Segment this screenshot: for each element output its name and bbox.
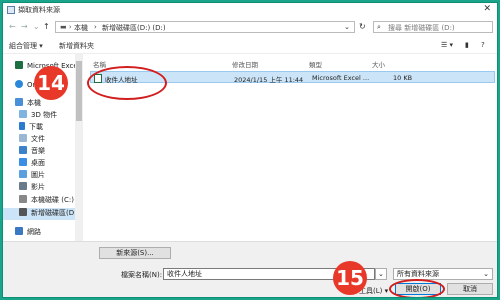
- computer-icon: [15, 98, 23, 106]
- cube-icon: [19, 110, 27, 118]
- column-header-type[interactable]: 類型: [309, 59, 322, 69]
- sidebar-item-3d-objects[interactable]: 3D 物件: [19, 110, 57, 122]
- recent-chevron-icon[interactable]: ⌄: [33, 22, 40, 31]
- file-size-cell: 10 KB: [393, 74, 413, 82]
- preview-pane-icon[interactable]: ▮: [465, 41, 469, 49]
- highlight-circle-file: [87, 66, 167, 100]
- help-icon[interactable]: ?: [481, 41, 485, 49]
- network-icon: [15, 227, 23, 235]
- film-icon: [19, 182, 27, 190]
- sidebar-item-videos[interactable]: 影片: [19, 182, 45, 194]
- download-arrow-icon: [19, 122, 25, 130]
- address-dropdown-icon[interactable]: ⌄: [344, 23, 350, 31]
- breadcrumb-separator: ›: [94, 23, 97, 31]
- file-type-cell: Microsoft Excel ...: [312, 74, 370, 82]
- column-header-name[interactable]: 名稱: [93, 59, 106, 69]
- dialog-icon: [7, 6, 15, 14]
- forward-arrow-icon[interactable]: →: [21, 22, 28, 31]
- music-note-icon: [19, 146, 27, 154]
- filetype-select[interactable]: 所有資料來源 ⌄: [393, 268, 493, 280]
- search-placeholder: 搜尋 新增磁碟區 (D:): [388, 24, 455, 32]
- up-arrow-icon[interactable]: ↑: [43, 22, 50, 31]
- step-badge-15: 15: [333, 261, 367, 295]
- view-options-icon[interactable]: ☰ ▾: [441, 41, 453, 49]
- address-box[interactable]: ▬ › 本機 › 新增磁碟區(D:) (D:) ⌄: [55, 21, 355, 33]
- search-input[interactable]: ⌕ 搜尋 新增磁碟區 (D:): [373, 21, 493, 33]
- sidebar-item-drive-c[interactable]: 本機磁碟 (C:): [19, 195, 74, 207]
- file-date-cell: 2024/1/15 上午 11:44: [234, 76, 304, 84]
- sidebar-item-drive-d[interactable]: 新增磁碟區(D:): [3, 208, 75, 220]
- sidebar-item-documents[interactable]: 文件: [19, 134, 45, 146]
- highlight-circle-open: [389, 279, 445, 297]
- organize-button[interactable]: 組合管理 ▾: [9, 41, 43, 51]
- cancel-button[interactable]: 取消: [447, 283, 493, 295]
- search-icon: ⌕: [377, 23, 381, 31]
- sidebar-item-pictures[interactable]: 圖片: [19, 170, 45, 182]
- picture-icon: [19, 170, 27, 178]
- sidebar-item-music[interactable]: 音樂: [19, 146, 45, 158]
- pc-icon: ▬ ›: [60, 23, 72, 31]
- command-bar: 組合管理 ▾ 新增資料夾 ☰ ▾ ▮ ?: [3, 37, 497, 54]
- title-bar: 擷取資料來源 ✕: [3, 3, 497, 17]
- scroll-thumb[interactable]: [76, 61, 82, 121]
- breadcrumb-pc[interactable]: 本機: [74, 23, 88, 33]
- chevron-down-icon: ⌄: [483, 270, 489, 278]
- filename-label: 檔案名稱(N):: [121, 271, 163, 279]
- document-icon: [19, 134, 27, 142]
- column-header-size[interactable]: 大小: [372, 59, 385, 69]
- sidebar-item-desktop[interactable]: 桌面: [19, 158, 45, 170]
- address-bar-row: ← → ⌄ ↑ ▬ › 本機 › 新增磁碟區(D:) (D:) ⌄ ↻ ⌕ 搜尋…: [3, 17, 497, 37]
- open-file-dialog: 擷取資料來源 ✕ ← → ⌄ ↑ ▬ › 本機 › 新增磁碟區(D:) (D:)…: [2, 2, 498, 298]
- drive-icon: [19, 208, 27, 216]
- breadcrumb-drive[interactable]: 新增磁碟區(D:) (D:): [102, 23, 166, 33]
- window-title: 擷取資料來源: [18, 6, 60, 14]
- column-header-date[interactable]: 修改日期: [232, 59, 258, 69]
- refresh-icon[interactable]: ↻: [359, 22, 366, 31]
- sidebar-item-this-pc[interactable]: 本機: [15, 98, 41, 110]
- sidebar-item-network[interactable]: 網路: [15, 227, 41, 239]
- back-arrow-icon[interactable]: ←: [9, 22, 16, 31]
- cloud-icon: [15, 80, 23, 88]
- sidebar-item-downloads[interactable]: 下載: [19, 122, 43, 134]
- new-source-button[interactable]: 新來源(S)...: [99, 247, 171, 259]
- step-badge-14: 14: [34, 66, 68, 100]
- filename-dropdown-icon[interactable]: ⌄: [375, 268, 387, 280]
- excel-icon: [15, 61, 23, 69]
- desktop-icon: [19, 158, 27, 166]
- close-icon[interactable]: ✕: [483, 4, 491, 14]
- drive-icon: [19, 195, 27, 203]
- new-folder-button[interactable]: 新增資料夾: [59, 41, 94, 51]
- sidebar-scrollbar[interactable]: [75, 53, 83, 241]
